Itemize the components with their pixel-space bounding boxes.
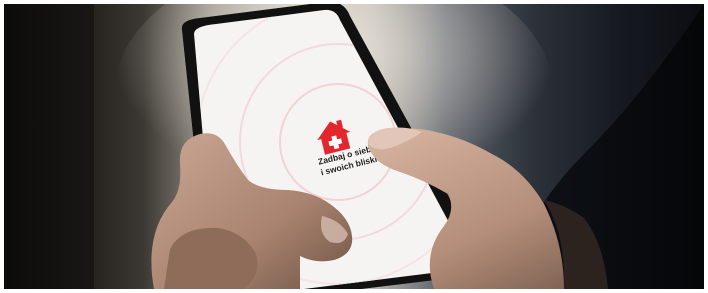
photo-frame: Zadbaj o siebie i swoich bliskich: [4, 4, 704, 289]
background-dark-left: [4, 4, 94, 289]
photo-scene: [4, 4, 704, 289]
